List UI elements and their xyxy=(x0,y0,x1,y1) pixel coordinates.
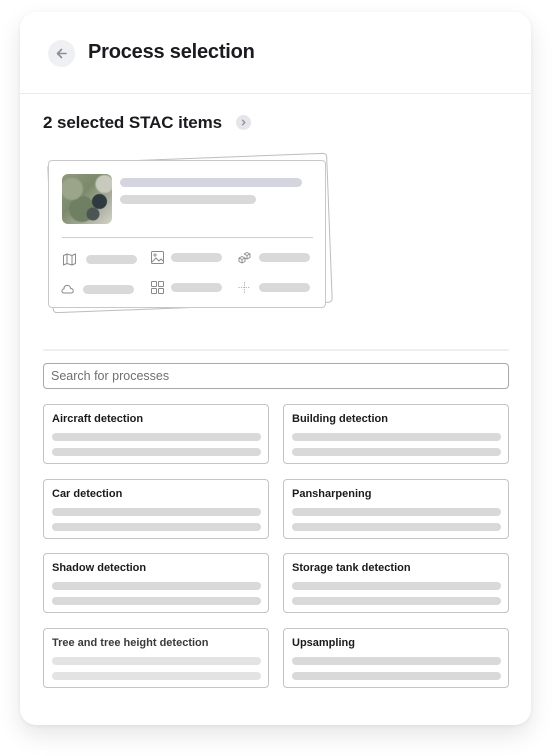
card-divider xyxy=(62,237,313,238)
skeleton-line xyxy=(292,433,501,441)
skeleton-line xyxy=(52,523,261,531)
skeleton-meta xyxy=(259,283,310,292)
skeleton-line xyxy=(292,448,501,456)
process-card-car-detection[interactable]: Car detection xyxy=(43,479,269,539)
skeleton-line xyxy=(52,657,261,665)
skeleton-line xyxy=(292,508,501,516)
selected-items-title: 2 selected STAC items xyxy=(43,113,222,132)
process-card-storage-tank-detection[interactable]: Storage tank detection xyxy=(283,553,509,613)
skeleton-meta xyxy=(86,255,137,264)
process-title: Pansharpening xyxy=(292,488,372,500)
skeleton-line xyxy=(52,582,261,590)
skeleton-line xyxy=(52,672,261,680)
grid-icon xyxy=(151,281,164,294)
skeleton-line xyxy=(292,597,501,605)
skeleton-line xyxy=(52,448,261,456)
skeleton-line xyxy=(292,657,501,665)
process-title: Upsampling xyxy=(292,637,355,649)
skeleton-meta xyxy=(83,285,134,294)
skeleton-line xyxy=(292,582,501,590)
map-icon xyxy=(63,253,76,266)
back-button[interactable] xyxy=(48,40,75,67)
cube-stack-icon xyxy=(238,252,251,264)
section-divider xyxy=(43,349,509,351)
process-title: Car detection xyxy=(52,488,123,500)
process-title: Storage tank detection xyxy=(292,562,411,574)
search-processes-input[interactable] xyxy=(43,363,509,389)
skeleton-line xyxy=(52,597,261,605)
process-title: Tree and tree height detection xyxy=(52,637,209,649)
process-title: Aircraft detection xyxy=(52,413,144,425)
skeleton-meta xyxy=(171,283,222,292)
skeleton-line xyxy=(52,508,261,516)
process-card-tree-height-detection[interactable]: Tree and tree height detection xyxy=(43,628,269,688)
process-title: Shadow detection xyxy=(52,562,147,574)
skeleton-title xyxy=(120,178,302,187)
stac-items-preview[interactable] xyxy=(46,152,336,332)
chevron-right-icon xyxy=(241,119,246,126)
satellite-thumbnail xyxy=(62,174,112,224)
cloud-icon xyxy=(61,284,74,294)
header: Process selection xyxy=(20,12,531,94)
process-card-pansharpening[interactable]: Pansharpening xyxy=(283,479,509,539)
process-card-shadow-detection[interactable]: Shadow detection xyxy=(43,553,269,613)
crosshair-icon xyxy=(238,282,251,293)
skeleton-meta xyxy=(259,253,310,262)
process-card-aircraft-detection[interactable]: Aircraft detection xyxy=(43,404,269,464)
arrow-left-icon xyxy=(56,48,67,59)
skeleton-meta xyxy=(171,253,222,262)
process-selection-panel: Process selection 2 selected STAC items xyxy=(20,12,531,725)
process-card-upsampling[interactable]: Upsampling xyxy=(283,628,509,688)
expand-selection-button[interactable] xyxy=(236,115,251,130)
stac-item-card xyxy=(48,160,326,308)
skeleton-line xyxy=(292,672,501,680)
process-title: Building detection xyxy=(292,413,388,425)
skeleton-line xyxy=(52,433,261,441)
skeleton-subtitle xyxy=(120,195,256,204)
skeleton-line xyxy=(292,523,501,531)
page-title: Process selection xyxy=(88,41,255,63)
image-icon xyxy=(151,251,164,264)
process-card-building-detection[interactable]: Building detection xyxy=(283,404,509,464)
